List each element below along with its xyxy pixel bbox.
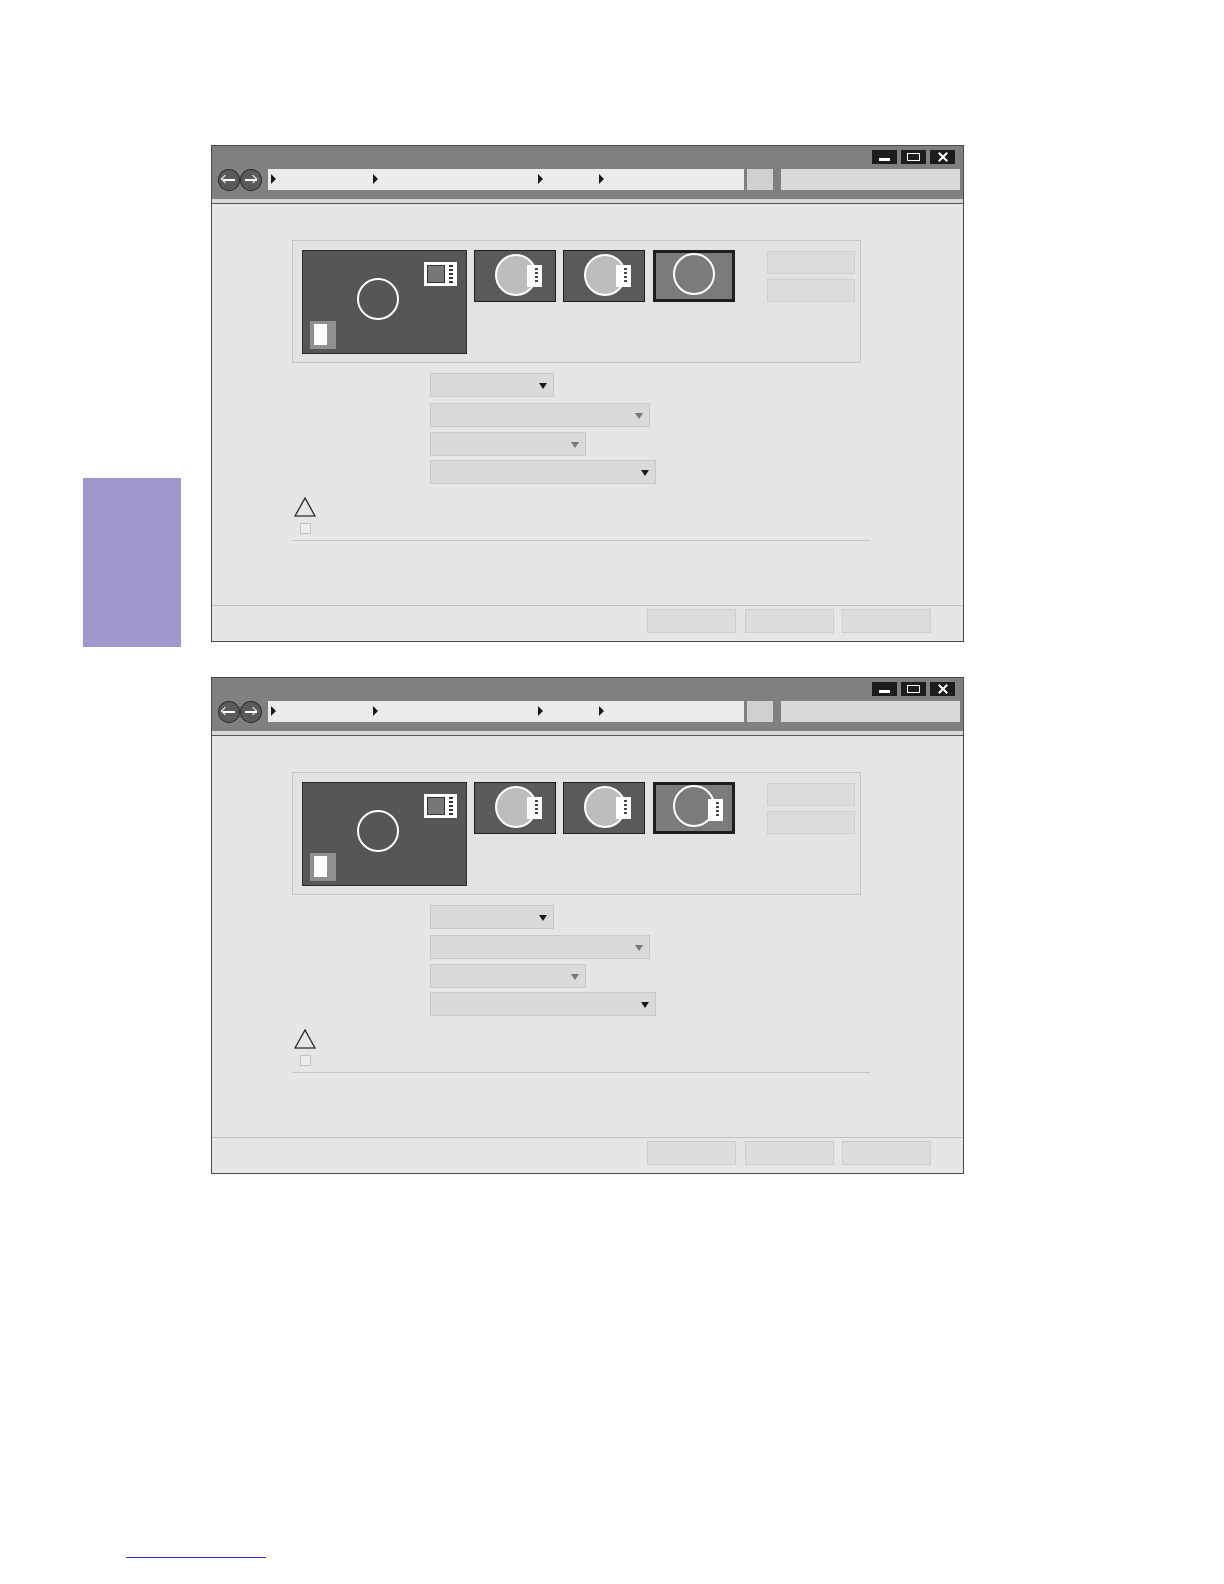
dropdown-3[interactable]	[430, 964, 586, 988]
search-input[interactable]	[781, 701, 960, 722]
address-bar[interactable]	[268, 701, 744, 722]
document-icon	[310, 853, 336, 881]
panel-button-2[interactable]	[767, 279, 855, 302]
thumbnail-3[interactable]	[653, 782, 735, 834]
chip-icon	[708, 799, 723, 821]
chip-icon	[527, 797, 542, 819]
chevron-down-icon	[635, 413, 643, 419]
dropdown-4[interactable]	[430, 460, 656, 484]
footer-button-1[interactable]	[647, 609, 736, 633]
search-input[interactable]	[781, 169, 960, 190]
footer-button-2[interactable]	[745, 609, 834, 633]
dropdown-1[interactable]	[430, 373, 554, 397]
panel-button-1[interactable]	[767, 783, 855, 806]
close-icon[interactable]	[930, 150, 955, 164]
chip-icon	[616, 797, 631, 819]
dropdown-2[interactable]	[430, 935, 650, 959]
close-icon[interactable]	[930, 682, 955, 696]
refresh-button[interactable]	[747, 701, 773, 722]
refresh-button[interactable]	[747, 169, 773, 190]
chevron-down-icon	[539, 915, 547, 921]
dropdown-2[interactable]	[430, 403, 650, 427]
window-1	[211, 145, 964, 642]
title-bar-divider	[212, 731, 963, 736]
chevron-down-icon	[641, 470, 649, 476]
chip-icon	[616, 265, 631, 287]
minimize-icon[interactable]	[872, 150, 897, 164]
dropdown-1[interactable]	[430, 905, 554, 929]
breadcrumb-chevron-icon[interactable]	[599, 706, 604, 716]
warning-icon	[294, 497, 316, 517]
breadcrumb-chevron-icon[interactable]	[538, 174, 543, 184]
warning-icon	[294, 1029, 316, 1049]
dropdown-3[interactable]	[430, 432, 586, 456]
maximize-icon[interactable]	[901, 682, 926, 696]
chevron-down-icon	[571, 974, 579, 980]
dropdown-4[interactable]	[430, 992, 656, 1016]
chip-icon	[527, 265, 542, 287]
breadcrumb-chevron-icon[interactable]	[538, 706, 543, 716]
footer-button-3[interactable]	[842, 1141, 931, 1165]
panel-button-1[interactable]	[767, 251, 855, 274]
chevron-down-icon	[539, 383, 547, 389]
forward-arrow-icon[interactable]	[240, 169, 262, 191]
footer-button-3[interactable]	[842, 609, 931, 633]
corner-window-icon	[423, 261, 458, 287]
checkbox[interactable]	[300, 523, 311, 534]
window-2	[211, 677, 964, 1174]
footer-rule	[126, 1557, 266, 1558]
chevron-down-icon	[641, 1002, 649, 1008]
thumbnail-1[interactable]	[474, 250, 556, 302]
thumbnail-large[interactable]	[302, 782, 467, 886]
thumbnail-2[interactable]	[563, 782, 645, 834]
breadcrumb-chevron-icon[interactable]	[271, 174, 276, 184]
section-divider	[292, 540, 870, 541]
chevron-down-icon	[571, 442, 579, 448]
footer-button-2[interactable]	[745, 1141, 834, 1165]
maximize-icon[interactable]	[901, 150, 926, 164]
footer-button-1[interactable]	[647, 1141, 736, 1165]
side-tab-marker	[83, 478, 181, 647]
corner-window-icon	[423, 793, 458, 819]
disc-icon	[673, 253, 715, 295]
breadcrumb-chevron-icon[interactable]	[271, 706, 276, 716]
chevron-down-icon	[635, 945, 643, 951]
footer-divider	[212, 605, 963, 606]
section-divider	[292, 1072, 870, 1073]
thumbnail-3[interactable]	[653, 250, 735, 302]
document-icon	[310, 321, 336, 349]
address-bar[interactable]	[268, 169, 744, 190]
forward-arrow-icon[interactable]	[240, 701, 262, 723]
back-arrow-icon[interactable]	[218, 169, 240, 191]
breadcrumb-chevron-icon[interactable]	[599, 174, 604, 184]
thumbnail-2[interactable]	[563, 250, 645, 302]
thumbnail-1[interactable]	[474, 782, 556, 834]
thumbnail-large[interactable]	[302, 250, 467, 354]
breadcrumb-chevron-icon[interactable]	[373, 174, 378, 184]
breadcrumb-chevron-icon[interactable]	[373, 706, 378, 716]
circle-icon	[357, 810, 399, 852]
circle-icon	[357, 278, 399, 320]
panel-button-2[interactable]	[767, 811, 855, 834]
minimize-icon[interactable]	[872, 682, 897, 696]
footer-divider	[212, 1137, 963, 1138]
checkbox[interactable]	[300, 1055, 311, 1066]
title-bar-divider	[212, 199, 963, 204]
back-arrow-icon[interactable]	[218, 701, 240, 723]
